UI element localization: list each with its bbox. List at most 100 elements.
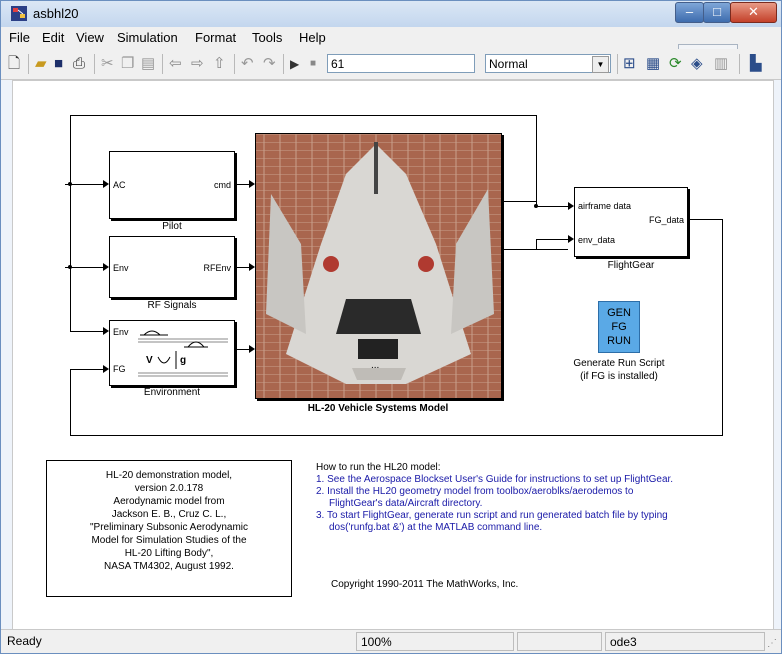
wire-env-riser bbox=[536, 239, 537, 250]
hl20-vehicle-label: HL-20 Vehicle Systems Model bbox=[307, 403, 449, 414]
pilot-label: Pilot bbox=[162, 221, 182, 232]
save-icon[interactable]: ■ bbox=[54, 55, 63, 73]
info-line: version 2.0.178 bbox=[134, 483, 204, 494]
close-button[interactable]: ✕ bbox=[730, 2, 777, 23]
status-blank bbox=[517, 632, 602, 651]
back-icon[interactable]: ⇦ bbox=[169, 55, 182, 73]
copyright-text: Copyright 1990-2011 The MathWorks, Inc. bbox=[331, 579, 519, 590]
howto-step[interactable]: 1. See the Aerospace Blockset User's Gui… bbox=[316, 474, 768, 486]
pilot-out-port: cmd bbox=[213, 180, 231, 190]
howto-step[interactable]: FlightGear's data/Aircraft directory. bbox=[316, 498, 768, 510]
flightgear-airframe-port: airframe data bbox=[578, 201, 632, 211]
up-icon[interactable]: ⇧ bbox=[213, 55, 226, 73]
title-bar[interactable]: asbhl20 – □ ✕ bbox=[1, 1, 781, 27]
toolbar-separator bbox=[28, 54, 29, 74]
howto-step[interactable]: dos('runfg.bat &') at the MATLAB command… bbox=[316, 522, 768, 534]
menu-view[interactable]: View bbox=[76, 30, 104, 45]
stop-time-input[interactable]: 61 bbox=[327, 54, 475, 73]
build-icon[interactable]: ⊞ bbox=[623, 55, 636, 73]
generate-run-script-caption: Generate Run Script (if FG is installed) bbox=[553, 357, 685, 383]
pilot-block[interactable]: AC cmd bbox=[109, 151, 235, 219]
howto-step[interactable]: 2. Install the HL20 geometry model from … bbox=[316, 486, 768, 498]
wire-fg-loop-left bbox=[70, 369, 71, 435]
hl20-vehicle-block[interactable]: ... bbox=[255, 133, 502, 399]
simulation-mode-select[interactable]: Normal ▼ bbox=[485, 54, 611, 73]
toolbar-separator bbox=[617, 54, 618, 74]
status-ready: Ready bbox=[7, 634, 42, 648]
info-line: HL-20 Lifting Body", bbox=[124, 548, 214, 559]
info-line: HL-20 demonstration model, bbox=[105, 470, 233, 481]
gen-icon-line: GEN bbox=[607, 307, 631, 319]
rf-signals-block[interactable]: Env RFEnv bbox=[109, 236, 235, 298]
gen-icon-line: FG bbox=[611, 321, 627, 333]
menu-format[interactable]: Format bbox=[195, 30, 236, 45]
menu-tools[interactable]: Tools bbox=[252, 30, 282, 45]
info-line: "Preliminary Subsonic Aerodynamic bbox=[89, 522, 249, 533]
flightgear-block[interactable]: airframe data FG_data env_data bbox=[574, 187, 688, 257]
redo-icon[interactable]: ↷ bbox=[263, 55, 276, 73]
cut-icon[interactable]: ✂ bbox=[101, 55, 114, 73]
debugger-icon[interactable]: ▥ bbox=[714, 55, 728, 73]
info-line: Aerodynamic model from bbox=[113, 496, 225, 507]
wire-vehicle-out bbox=[501, 201, 536, 202]
diagram-canvas[interactable]: AC cmd Pilot Env RFEnv RF Signals Env FG… bbox=[12, 80, 774, 630]
rf-out-port: RFEnv bbox=[203, 263, 231, 273]
toolbar: 🗋 ▰ ■ ⎙ ✂ ❐ ▤ ⇦ ⇨ ⇧ ↶ ↷ ▶ ■ 61 Normal ▼ … bbox=[1, 49, 781, 80]
flightgear-label: FlightGear bbox=[607, 260, 655, 271]
print-icon[interactable]: ⎙ bbox=[73, 55, 85, 73]
pilot-in-port: AC bbox=[113, 180, 126, 190]
svg-text:g: g bbox=[180, 355, 186, 366]
wire-to-fg-airframe bbox=[536, 206, 568, 207]
model-window: asbhl20 – □ ✕ File Edit View Simulation … bbox=[0, 0, 782, 654]
rf-in-port: Env bbox=[113, 263, 129, 273]
simulation-mode-value: Normal bbox=[489, 57, 528, 71]
toolbar-separator bbox=[234, 54, 235, 74]
update-diagram-icon[interactable]: ▦ bbox=[646, 55, 660, 73]
new-model-icon[interactable]: 🗋 bbox=[8, 55, 20, 73]
copy-icon[interactable]: ❐ bbox=[121, 55, 134, 73]
status-bar: Ready 100% ode3 ⋰ bbox=[1, 629, 781, 653]
simulink-icon bbox=[11, 6, 27, 21]
wire-to-env bbox=[70, 331, 103, 332]
howto-notes: How to run the HL20 model: 1. See the Ae… bbox=[316, 462, 768, 534]
wire-junction bbox=[68, 182, 72, 186]
undo-icon[interactable]: ↶ bbox=[241, 55, 254, 73]
menu-edit[interactable]: Edit bbox=[42, 30, 64, 45]
flightgear-env-port: env_data bbox=[578, 235, 616, 245]
menu-help[interactable]: Help bbox=[299, 30, 326, 45]
wire-top-loop bbox=[70, 115, 536, 116]
minimize-button[interactable]: – bbox=[675, 2, 704, 23]
howto-step[interactable]: 3. To start FlightGear, generate run scr… bbox=[316, 510, 768, 522]
maximize-button[interactable]: □ bbox=[703, 2, 731, 23]
info-line: Model for Simulation Studies of the bbox=[91, 535, 247, 546]
menu-file[interactable]: File bbox=[9, 30, 30, 45]
wire-top-drop bbox=[536, 115, 537, 206]
forward-icon[interactable]: ⇨ bbox=[191, 55, 204, 73]
window-title: asbhl20 bbox=[33, 6, 79, 21]
menu-simulation[interactable]: Simulation bbox=[117, 30, 178, 45]
chevron-down-icon: ▼ bbox=[592, 56, 609, 73]
toolbar-separator bbox=[739, 54, 740, 74]
toolbar-separator bbox=[94, 54, 95, 74]
wire-fg-loop-right bbox=[722, 219, 723, 436]
info-line: NASA TM4302, August 1992. bbox=[104, 561, 234, 572]
wire-fg-out bbox=[687, 219, 723, 220]
generate-run-script-button[interactable]: GEN FG RUN bbox=[598, 301, 640, 353]
caption-line: (if FG is installed) bbox=[580, 371, 658, 382]
open-icon[interactable]: ▰ bbox=[35, 55, 47, 73]
gen-icon-line: RUN bbox=[607, 335, 631, 347]
toolbar-separator bbox=[162, 54, 163, 74]
wire-fg-loop-bottom bbox=[70, 435, 722, 436]
refresh-icon[interactable]: ⟳ bbox=[669, 55, 682, 73]
resize-grip-icon[interactable]: ⋰ bbox=[767, 638, 777, 649]
wire-left-bus bbox=[70, 115, 71, 331]
environment-label: Environment bbox=[143, 387, 201, 398]
stop-simulation-icon[interactable]: ■ bbox=[310, 55, 316, 73]
howto-title: How to run the HL20 model: bbox=[316, 462, 441, 473]
library-browser-icon[interactable]: ▙ bbox=[750, 55, 762, 73]
paste-icon[interactable]: ▤ bbox=[141, 55, 155, 73]
rf-signals-label: RF Signals bbox=[147, 300, 197, 311]
environment-block[interactable]: Env FG V g bbox=[109, 320, 235, 386]
model-explorer-icon[interactable]: ◈ bbox=[691, 55, 703, 73]
start-simulation-icon[interactable]: ▶ bbox=[290, 55, 299, 73]
